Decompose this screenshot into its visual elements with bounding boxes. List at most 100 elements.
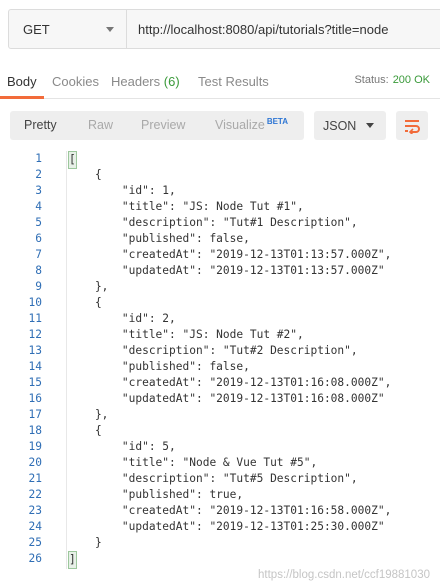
url-input[interactable]: http://localhost:8080/api/tutorials?titl… [127, 22, 388, 37]
line-number: 10 [28, 296, 42, 309]
format-select[interactable]: JSON [314, 111, 386, 140]
code-line: 12 "title": "JS: Node Tut #2", [0, 327, 440, 343]
line-number: 20 [28, 456, 42, 469]
code-text: "id": 1, [68, 184, 176, 197]
line-number: 11 [28, 312, 42, 325]
code-line: 7 "createdAt": "2019-12-13T01:13:57.000Z… [0, 247, 440, 263]
request-url-bar: GET http://localhost:8080/api/tutorials?… [8, 9, 440, 49]
wrap-lines-icon [405, 119, 420, 134]
response-tabs: Body Cookies Headers (6) Test Results St… [0, 66, 440, 99]
code-text: "updatedAt": "2019-12-13T01:16:08.000Z" [68, 392, 385, 405]
active-tab-underline [0, 96, 44, 99]
code-text: "published": false, [68, 232, 250, 245]
code-text: "createdAt": "2019-12-13T01:13:57.000Z", [68, 248, 392, 261]
beta-badge: BETA [266, 117, 288, 126]
visualize-label: Visualize [215, 118, 265, 132]
tab-body[interactable]: Body [7, 74, 37, 89]
tab-headers-label: Headers [111, 74, 161, 89]
format-pretty-button[interactable]: Pretty [24, 118, 57, 132]
code-text: "published": true, [68, 488, 244, 501]
line-number: 18 [28, 424, 42, 437]
line-number: 19 [28, 440, 42, 453]
line-number: 7 [35, 248, 42, 261]
line-number: 22 [28, 488, 42, 501]
code-line: 26] [0, 551, 440, 569]
line-number: 8 [35, 264, 42, 277]
line-number: 25 [28, 536, 42, 549]
line-number: 9 [35, 280, 42, 293]
format-toolbar: Pretty Raw Preview Visualize BETA [10, 111, 304, 140]
response-body-editor[interactable]: 1[2 {3 "id": 1, 4 "title": "JS: Node Tut … [0, 151, 440, 571]
status-label: Status: [354, 74, 389, 86]
code-text: }, [68, 408, 109, 421]
watermark: https://blog.csdn.net/ccf19881030 [258, 569, 430, 581]
line-number: 13 [28, 344, 42, 357]
format-raw-button[interactable]: Raw [88, 118, 113, 132]
code-line: 8 "updatedAt": "2019-12-13T01:13:57.000Z… [0, 263, 440, 279]
line-number: 2 [35, 168, 42, 181]
line-number: 16 [28, 392, 42, 405]
line-number: 15 [28, 376, 42, 389]
code-line: 17 }, [0, 407, 440, 423]
code-line: 22 "published": true, [0, 487, 440, 503]
code-text: "description": "Tut#2 Description", [68, 344, 358, 357]
code-line: 25 } [0, 535, 440, 551]
code-line: 6 "published": false, [0, 231, 440, 247]
code-text: "title": "Node & Vue Tut #5", [68, 456, 318, 469]
code-text: } [68, 536, 102, 549]
format-visualize-button[interactable]: Visualize BETA [215, 117, 288, 132]
chevron-down-icon [366, 123, 374, 128]
code-line: 21 "description": "Tut#5 Description", [0, 471, 440, 487]
code-line: 1[ [0, 151, 440, 169]
tab-test-results[interactable]: Test Results [198, 74, 269, 89]
line-number: 3 [35, 184, 42, 197]
line-number: 21 [28, 472, 42, 485]
code-line: 2 { [0, 167, 440, 183]
code-text: "id": 5, [68, 440, 176, 453]
code-text: "title": "JS: Node Tut #1", [68, 200, 304, 213]
line-number: 24 [28, 520, 42, 533]
code-line: 16 "updatedAt": "2019-12-13T01:16:08.000… [0, 391, 440, 407]
code-line: 19 "id": 5, [0, 439, 440, 455]
chevron-down-icon [106, 26, 114, 32]
code-text: "published": false, [68, 360, 250, 373]
line-number: 4 [35, 200, 42, 213]
status-value: 200 OK [392, 74, 430, 86]
code-line: 15 "createdAt": "2019-12-13T01:16:08.000… [0, 375, 440, 391]
code-text: "createdAt": "2019-12-13T01:16:58.000Z", [68, 504, 392, 517]
code-text: "title": "JS: Node Tut #2", [68, 328, 304, 341]
code-line: 5 "description": "Tut#1 Description", [0, 215, 440, 231]
code-text: "updatedAt": "2019-12-13T01:13:57.000Z" [68, 264, 385, 277]
code-text: { [68, 168, 102, 181]
line-number: 5 [35, 216, 42, 229]
code-line: 13 "description": "Tut#2 Description", [0, 343, 440, 359]
code-text: "updatedAt": "2019-12-13T01:25:30.000Z" [68, 520, 385, 533]
line-number: 6 [35, 232, 42, 245]
code-line: 20 "title": "Node & Vue Tut #5", [0, 455, 440, 471]
format-select-value: JSON [323, 118, 357, 133]
code-text: { [68, 424, 102, 437]
status-indicator: Status: 200 OK [354, 74, 430, 86]
line-number: 1 [35, 152, 42, 165]
code-line: 4 "title": "JS: Node Tut #1", [0, 199, 440, 215]
code-line: 9 }, [0, 279, 440, 295]
code-line: 14 "published": false, [0, 359, 440, 375]
code-text: }, [68, 280, 109, 293]
tab-cookies[interactable]: Cookies [52, 74, 99, 89]
wrap-lines-button[interactable] [396, 111, 428, 140]
line-number: 14 [28, 360, 42, 373]
code-text: "id": 2, [68, 312, 176, 325]
tab-headers[interactable]: Headers (6) [111, 74, 180, 89]
line-number: 26 [28, 552, 42, 565]
code-text: "description": "Tut#5 Description", [68, 472, 358, 485]
code-line: 11 "id": 2, [0, 311, 440, 327]
line-number: 23 [28, 504, 42, 517]
line-number: 17 [28, 408, 42, 421]
line-number: 12 [28, 328, 42, 341]
code-text: "createdAt": "2019-12-13T01:16:08.000Z", [68, 376, 392, 389]
code-text: { [68, 296, 102, 309]
headers-count-badge: (6) [163, 74, 180, 89]
format-preview-button[interactable]: Preview [141, 118, 185, 132]
code-line: 18 { [0, 423, 440, 439]
method-select[interactable]: GET [9, 10, 127, 48]
